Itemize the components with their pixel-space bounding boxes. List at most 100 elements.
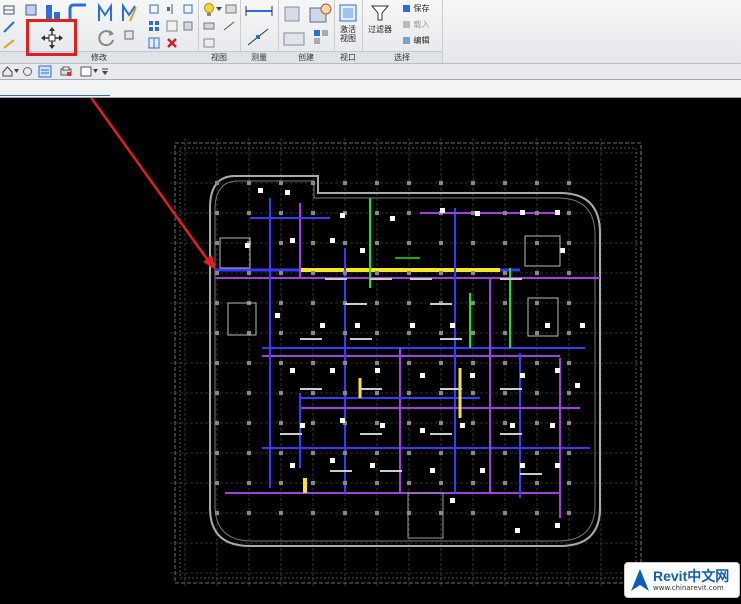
- structural-column: [567, 421, 571, 425]
- mirror-pick-icon[interactable]: [166, 3, 178, 15]
- dropdown-arrow-icon[interactable]: [93, 69, 98, 74]
- structural-column: [471, 181, 475, 185]
- structural-column: [375, 271, 379, 275]
- measure-icon[interactable]: [244, 4, 274, 18]
- view-tab-bar: [0, 80, 741, 98]
- structural-column: [247, 361, 251, 365]
- watermark-url: www.chinarevit.com: [653, 584, 724, 592]
- structural-column: [215, 481, 219, 485]
- panel-measure: 测量: [240, 0, 279, 63]
- create-similar-icon[interactable]: [282, 4, 302, 24]
- structural-column: [279, 451, 283, 455]
- stair-core-right-lower: [527, 297, 559, 337]
- create-group-icon[interactable]: [312, 28, 330, 46]
- stair-core-left: [219, 237, 251, 269]
- air-diffuser: [460, 423, 465, 428]
- structural-column: [375, 361, 379, 365]
- hide-element-icon[interactable]: [202, 20, 216, 32]
- create-assembly-icon[interactable]: [306, 2, 332, 26]
- structural-column: [343, 271, 347, 275]
- annotation-arrow: [75, 77, 214, 267]
- air-diffuser: [340, 213, 345, 218]
- structural-column: [247, 481, 251, 485]
- dimension-icon[interactable]: [246, 27, 270, 47]
- override-view-icon[interactable]: [202, 37, 216, 49]
- structural-column: [343, 241, 347, 245]
- structural-column: [311, 451, 315, 455]
- drawing-canvas[interactable]: [0, 77, 741, 600]
- customize-icon[interactable]: [102, 68, 108, 75]
- trim-extend-icon[interactable]: [24, 3, 38, 17]
- structural-column: [279, 301, 283, 305]
- stair-core-left-lower: [227, 302, 257, 336]
- window-icon[interactable]: [80, 66, 92, 77]
- air-diffuser: [550, 423, 555, 428]
- edit-icon: [403, 37, 410, 44]
- load-selection-button[interactable]: 载入: [402, 19, 430, 31]
- structural-column: [247, 181, 251, 185]
- air-diffuser: [515, 528, 520, 533]
- load-icon: [403, 21, 410, 28]
- air-diffuser: [475, 211, 480, 216]
- filter-label: 过滤器: [368, 25, 392, 34]
- structural-column: [247, 511, 251, 515]
- match-type-icon[interactable]: [182, 3, 194, 15]
- home-icon[interactable]: [2, 66, 13, 77]
- linework-icon[interactable]: [222, 20, 236, 32]
- structural-column: [567, 361, 571, 365]
- filter-button[interactable]: 过滤器: [364, 3, 396, 34]
- panel-label-create: 创建: [278, 51, 334, 63]
- navigate-icon[interactable]: [22, 66, 33, 77]
- annotation-tag: [280, 433, 302, 435]
- annotation-tag: [440, 338, 462, 340]
- air-diffuser: [440, 208, 445, 213]
- rotate-icon[interactable]: [96, 28, 116, 48]
- pin-icon[interactable]: [122, 28, 136, 42]
- dropdown-arrow-icon[interactable]: [14, 69, 19, 74]
- air-diffuser: [285, 190, 290, 195]
- dropdown-arrow-icon[interactable]: [216, 6, 222, 12]
- structural-column: [279, 241, 283, 245]
- array-grid-icon[interactable]: [148, 37, 160, 49]
- align-icon[interactable]: [2, 3, 16, 17]
- mirror-axis-icon[interactable]: [2, 36, 16, 50]
- graphics-override-icon[interactable]: [224, 3, 238, 15]
- lightbulb-icon[interactable]: [202, 2, 216, 18]
- activate-view-button[interactable]: 激活 视图: [336, 3, 360, 43]
- delete-icon[interactable]: [166, 37, 178, 49]
- save-selection-button[interactable]: 保存: [402, 3, 430, 15]
- annotation-tag: [430, 433, 452, 435]
- air-diffuser: [258, 188, 263, 193]
- structural-column: [567, 481, 571, 485]
- structural-column: [407, 241, 411, 245]
- panel-label-view: 视图: [198, 51, 240, 63]
- group-icon[interactable]: [148, 20, 160, 32]
- annotation-tag: [430, 303, 452, 305]
- structural-column: [343, 181, 347, 185]
- structural-column: [503, 271, 507, 275]
- structural-column: [375, 451, 379, 455]
- panel-label-measure: 测量: [240, 51, 278, 63]
- structural-column: [215, 181, 219, 185]
- scale-icon[interactable]: [120, 3, 138, 23]
- properties-icon[interactable]: [38, 65, 52, 78]
- structural-column: [279, 391, 283, 395]
- structural-column: [375, 421, 379, 425]
- structural-column: [311, 361, 315, 365]
- structural-column: [567, 181, 571, 185]
- array-icon[interactable]: [96, 3, 114, 23]
- create-parts-icon[interactable]: [282, 28, 306, 48]
- offset-icon[interactable]: [2, 20, 16, 34]
- structural-column: [503, 421, 507, 425]
- activate-view-label-line2: 视图: [340, 34, 356, 43]
- edit-selection-button[interactable]: 编辑: [402, 35, 430, 47]
- structural-column: [407, 301, 411, 305]
- air-diffuser: [275, 313, 280, 318]
- print-icon[interactable]: [60, 66, 72, 77]
- mirror-draw-icon[interactable]: [166, 20, 178, 32]
- structural-column: [567, 301, 571, 305]
- save-label: 保存: [413, 4, 430, 13]
- unpin-icon[interactable]: [148, 3, 160, 15]
- panel-label-selection: 选择: [362, 51, 442, 63]
- paint-icon[interactable]: [182, 20, 194, 32]
